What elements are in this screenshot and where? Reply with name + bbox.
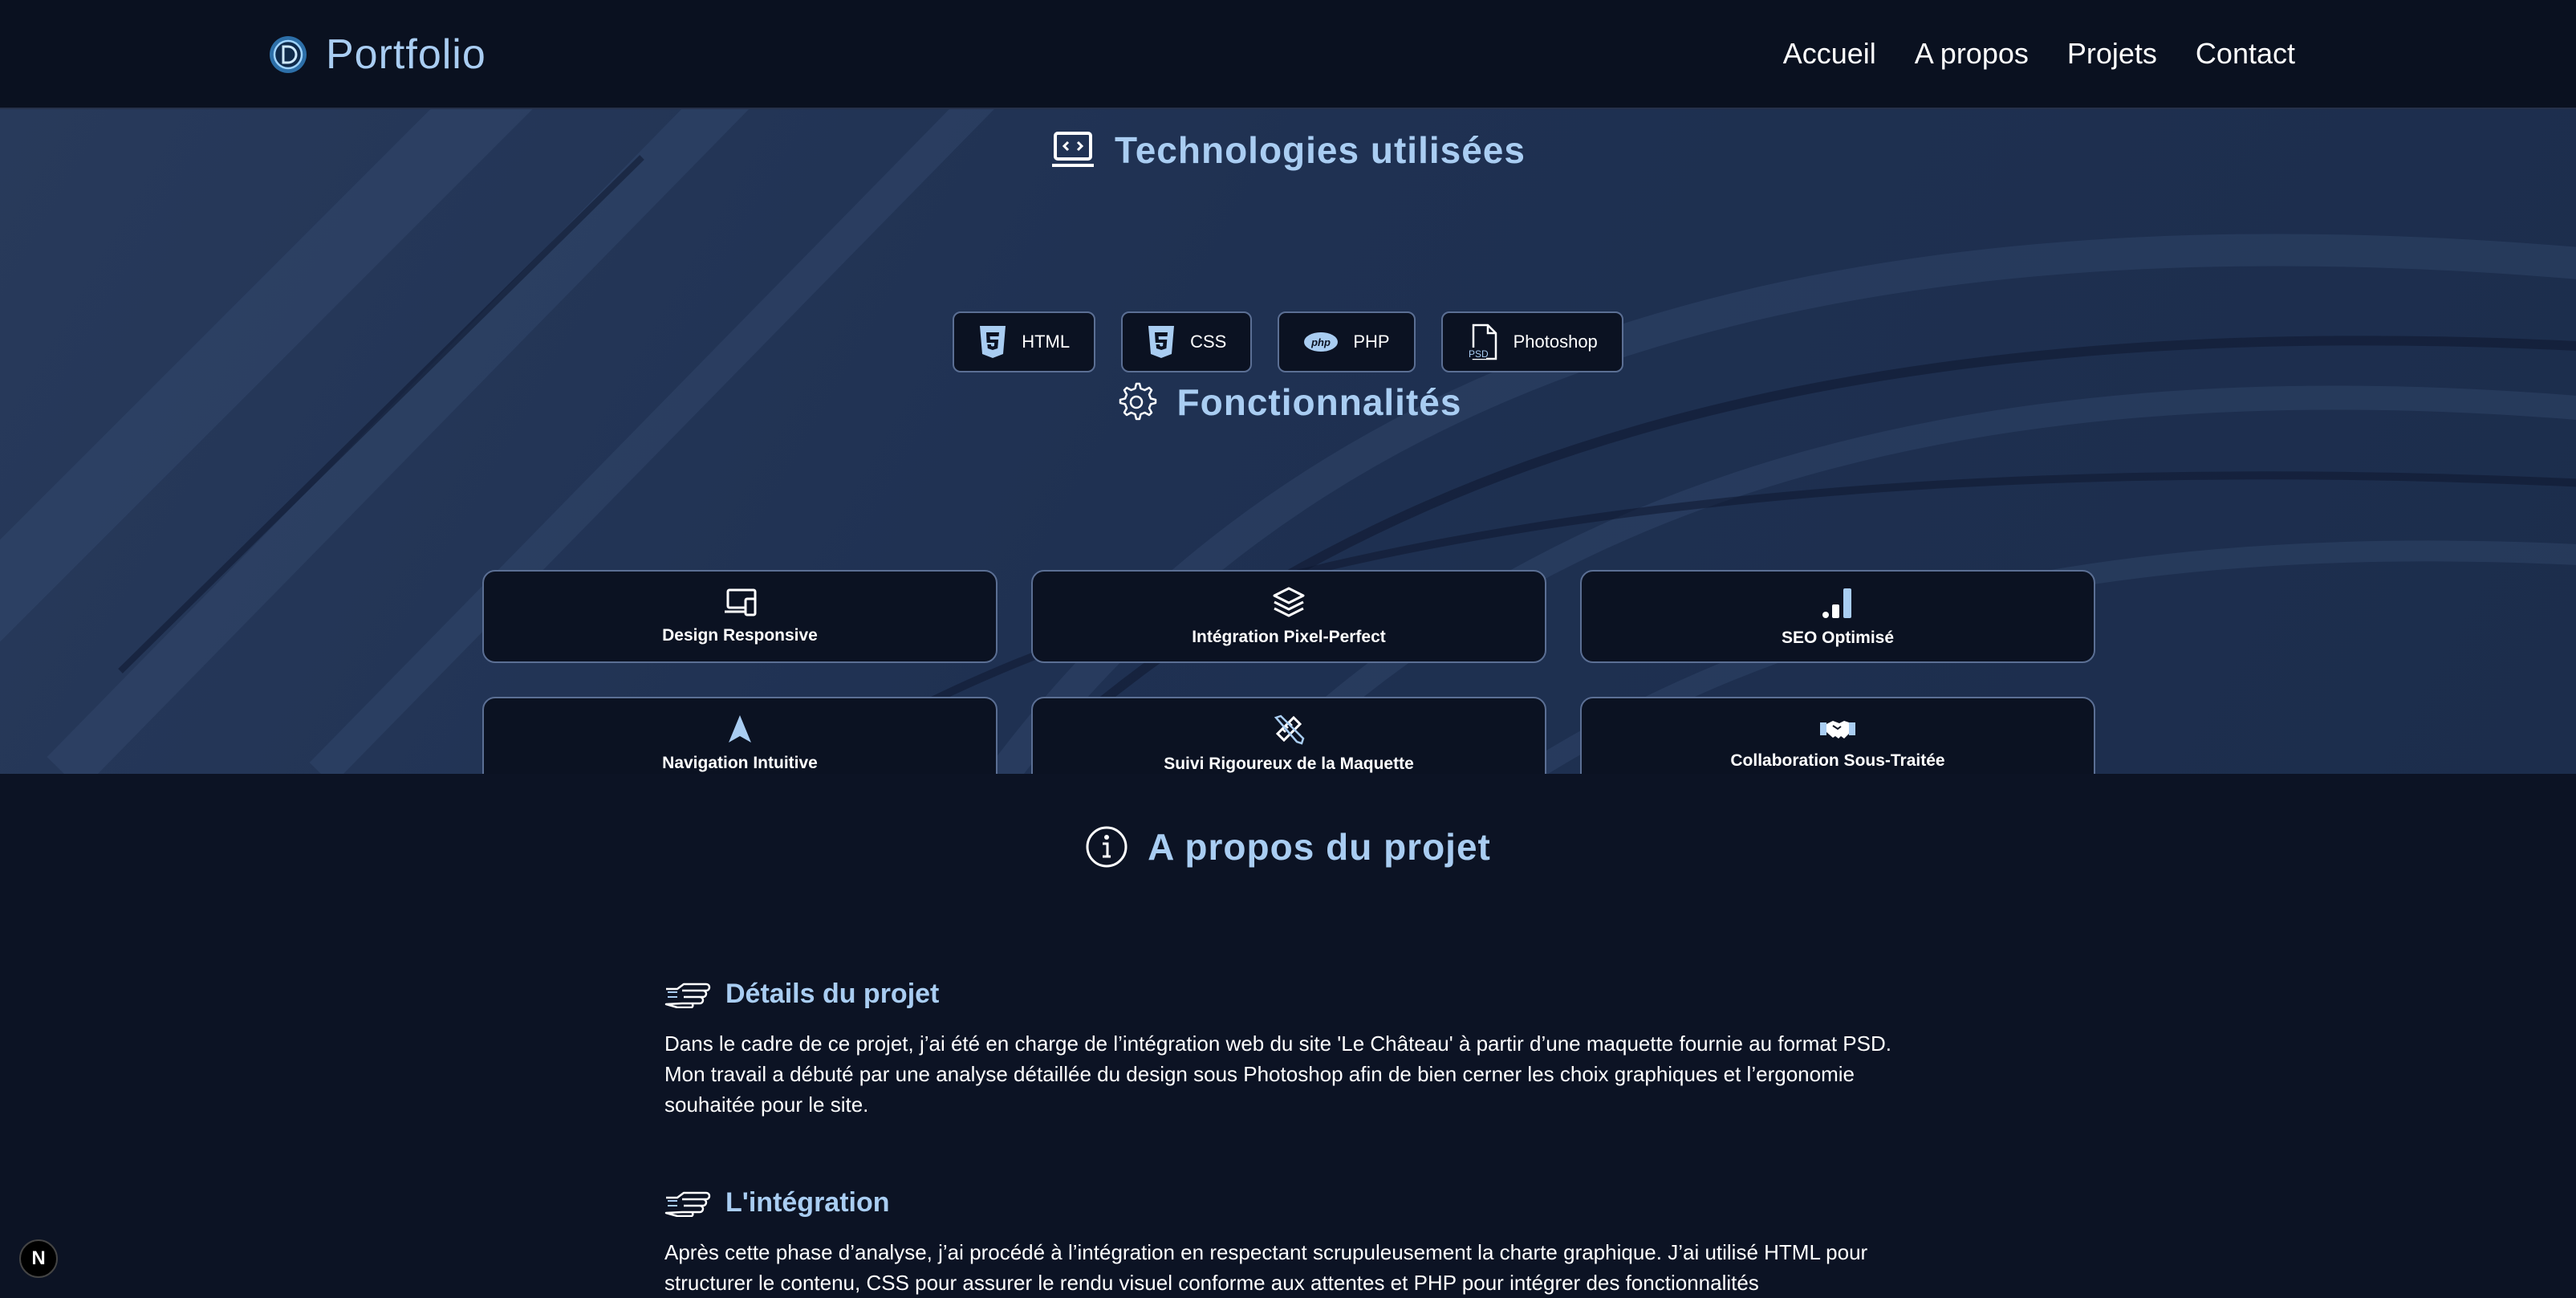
- brand-logo-icon: [270, 36, 307, 73]
- feature-label: SEO Optimisé: [1781, 629, 1895, 647]
- pointing-hand-icon: [664, 1191, 711, 1217]
- laptop-code-icon: [1052, 132, 1095, 167]
- navigation-arrow-icon: [729, 715, 751, 743]
- nav-link-projets[interactable]: Projets: [2067, 32, 2157, 75]
- brand-name: Portfolio: [326, 31, 486, 78]
- css3-icon: [1148, 326, 1175, 358]
- about-heading: A propos du projet: [0, 825, 2576, 869]
- nextjs-dev-badge[interactable]: N: [19, 1239, 58, 1278]
- devices-icon: [725, 588, 757, 616]
- technologies-heading: Technologies utilisées: [0, 128, 2576, 172]
- project-details-block: Détails du projet Dans le cadre de ce pr…: [664, 974, 1916, 1120]
- feature-card-suivi-rigoureux: Suivi Rigoureux de la Maquette: [1031, 697, 1546, 774]
- tech-pill-photoshop[interactable]: PSD Photoshop: [1440, 311, 1623, 372]
- top-navbar: Portfolio Accueil A propos Projets Conta…: [0, 0, 2576, 109]
- svg-text:PSD: PSD: [1469, 348, 1489, 360]
- gear-icon: [1119, 382, 1156, 421]
- tech-label-css: CSS: [1190, 332, 1227, 352]
- nav-link-accueil[interactable]: Accueil: [1783, 32, 1876, 75]
- feature-label: Collaboration Sous-Traitée: [1730, 751, 1945, 770]
- tech-label-php: PHP: [1353, 332, 1390, 352]
- feature-label: Design Responsive: [662, 626, 818, 645]
- feature-label: Navigation Intuitive: [662, 754, 818, 772]
- handshake-icon: [1820, 721, 1855, 739]
- tech-features-section: Technologies utilisées HTML CSS php PHP: [0, 109, 2576, 774]
- about-title: A propos du projet: [1148, 826, 1491, 868]
- technologies-list: HTML CSS php PHP PSD Photoshop: [0, 311, 2576, 372]
- main-nav: Accueil A propos Projets Contact: [1783, 32, 2295, 75]
- tech-label-html: HTML: [1022, 332, 1071, 352]
- feature-card-integration-pixel-perfect: Intégration Pixel-Perfect: [1031, 570, 1546, 663]
- feature-card-navigation-intuitive: Navigation Intuitive: [482, 697, 997, 774]
- brand[interactable]: Portfolio: [268, 29, 486, 80]
- tech-label-photoshop: Photoshop: [1513, 332, 1598, 352]
- signal-bars-icon: [1822, 588, 1851, 618]
- info-circle-icon: [1086, 826, 1128, 868]
- features-grid: Design Responsive Intégration Pixel-Perf…: [482, 570, 2095, 774]
- section-heading: L'intégration: [725, 1186, 890, 1218]
- nav-link-contact[interactable]: Contact: [2196, 32, 2295, 75]
- section-paragraph: Dans le cadre de ce projet, j’ai été en …: [664, 1031, 1891, 1117]
- ruler-pencil-icon: [1274, 714, 1305, 745]
- technologies-title: Technologies utilisées: [1115, 129, 1526, 171]
- layers-icon: [1273, 587, 1305, 617]
- section-heading: Détails du projet: [725, 978, 940, 1009]
- integration-block: L'intégration Après cette phase d’analys…: [664, 1182, 1916, 1298]
- feature-label: Intégration Pixel-Perfect: [1192, 628, 1386, 646]
- tech-pill-php[interactable]: php PHP: [1278, 311, 1416, 372]
- feature-card-seo-optimise: SEO Optimisé: [1580, 570, 2095, 663]
- tech-pill-html[interactable]: HTML: [953, 311, 1096, 372]
- features-title: Fonctionnalités: [1176, 381, 1462, 423]
- html5-icon: [980, 326, 1006, 358]
- tech-pill-css[interactable]: CSS: [1121, 311, 1253, 372]
- features-heading: Fonctionnalités: [0, 380, 2576, 424]
- php-icon: php: [1304, 332, 1339, 352]
- feature-label: Suivi Rigoureux de la Maquette: [1164, 755, 1414, 773]
- feature-card-collaboration: Collaboration Sous-Traitée: [1580, 697, 2095, 774]
- nav-link-a-propos[interactable]: A propos: [1915, 32, 2029, 75]
- section-paragraph: Après cette phase d’analyse, j’ai procéd…: [664, 1240, 1868, 1295]
- psd-file-icon: PSD: [1466, 323, 1497, 360]
- pointing-hand-icon: [664, 983, 711, 1008]
- feature-card-design-responsive: Design Responsive: [482, 570, 997, 663]
- svg-text:php: php: [1310, 336, 1331, 348]
